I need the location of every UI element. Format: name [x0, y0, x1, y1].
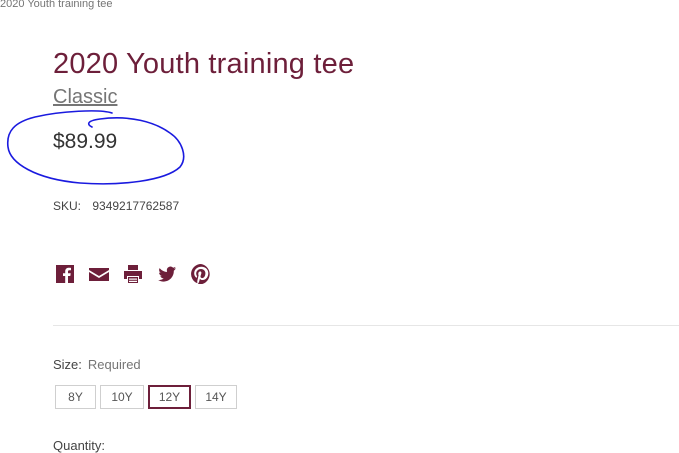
size-label: Size: Required	[53, 357, 141, 372]
twitter-icon[interactable]	[155, 263, 179, 285]
print-icon[interactable]	[121, 263, 145, 285]
size-option-8y[interactable]: 8Y	[55, 385, 96, 409]
size-options: 8Y 10Y 12Y 14Y	[55, 385, 237, 409]
size-required-text: Required	[87, 357, 141, 372]
sku-label: SKU:	[53, 199, 82, 213]
facebook-icon[interactable]	[53, 263, 77, 285]
product-price: $89.99	[53, 130, 118, 153]
size-option-10y[interactable]: 10Y	[100, 385, 144, 409]
brand-link[interactable]: Classic	[53, 86, 117, 109]
divider	[53, 325, 679, 326]
sku-value: 9349217762587	[92, 199, 180, 213]
size-option-14y[interactable]: 14Y	[195, 385, 237, 409]
size-option-12y[interactable]: 12Y	[148, 385, 191, 409]
quantity-label: Quantity:	[53, 438, 106, 453]
share-icons	[53, 263, 213, 285]
size-label-text: Size:	[53, 357, 82, 372]
product-title: 2020 Youth training tee	[53, 48, 355, 80]
sku-row: SKU: 9349217762587	[53, 199, 179, 213]
email-icon[interactable]	[87, 263, 111, 285]
breadcrumb: 2020 Youth training tee	[0, 0, 113, 10]
pinterest-icon[interactable]	[189, 263, 213, 285]
